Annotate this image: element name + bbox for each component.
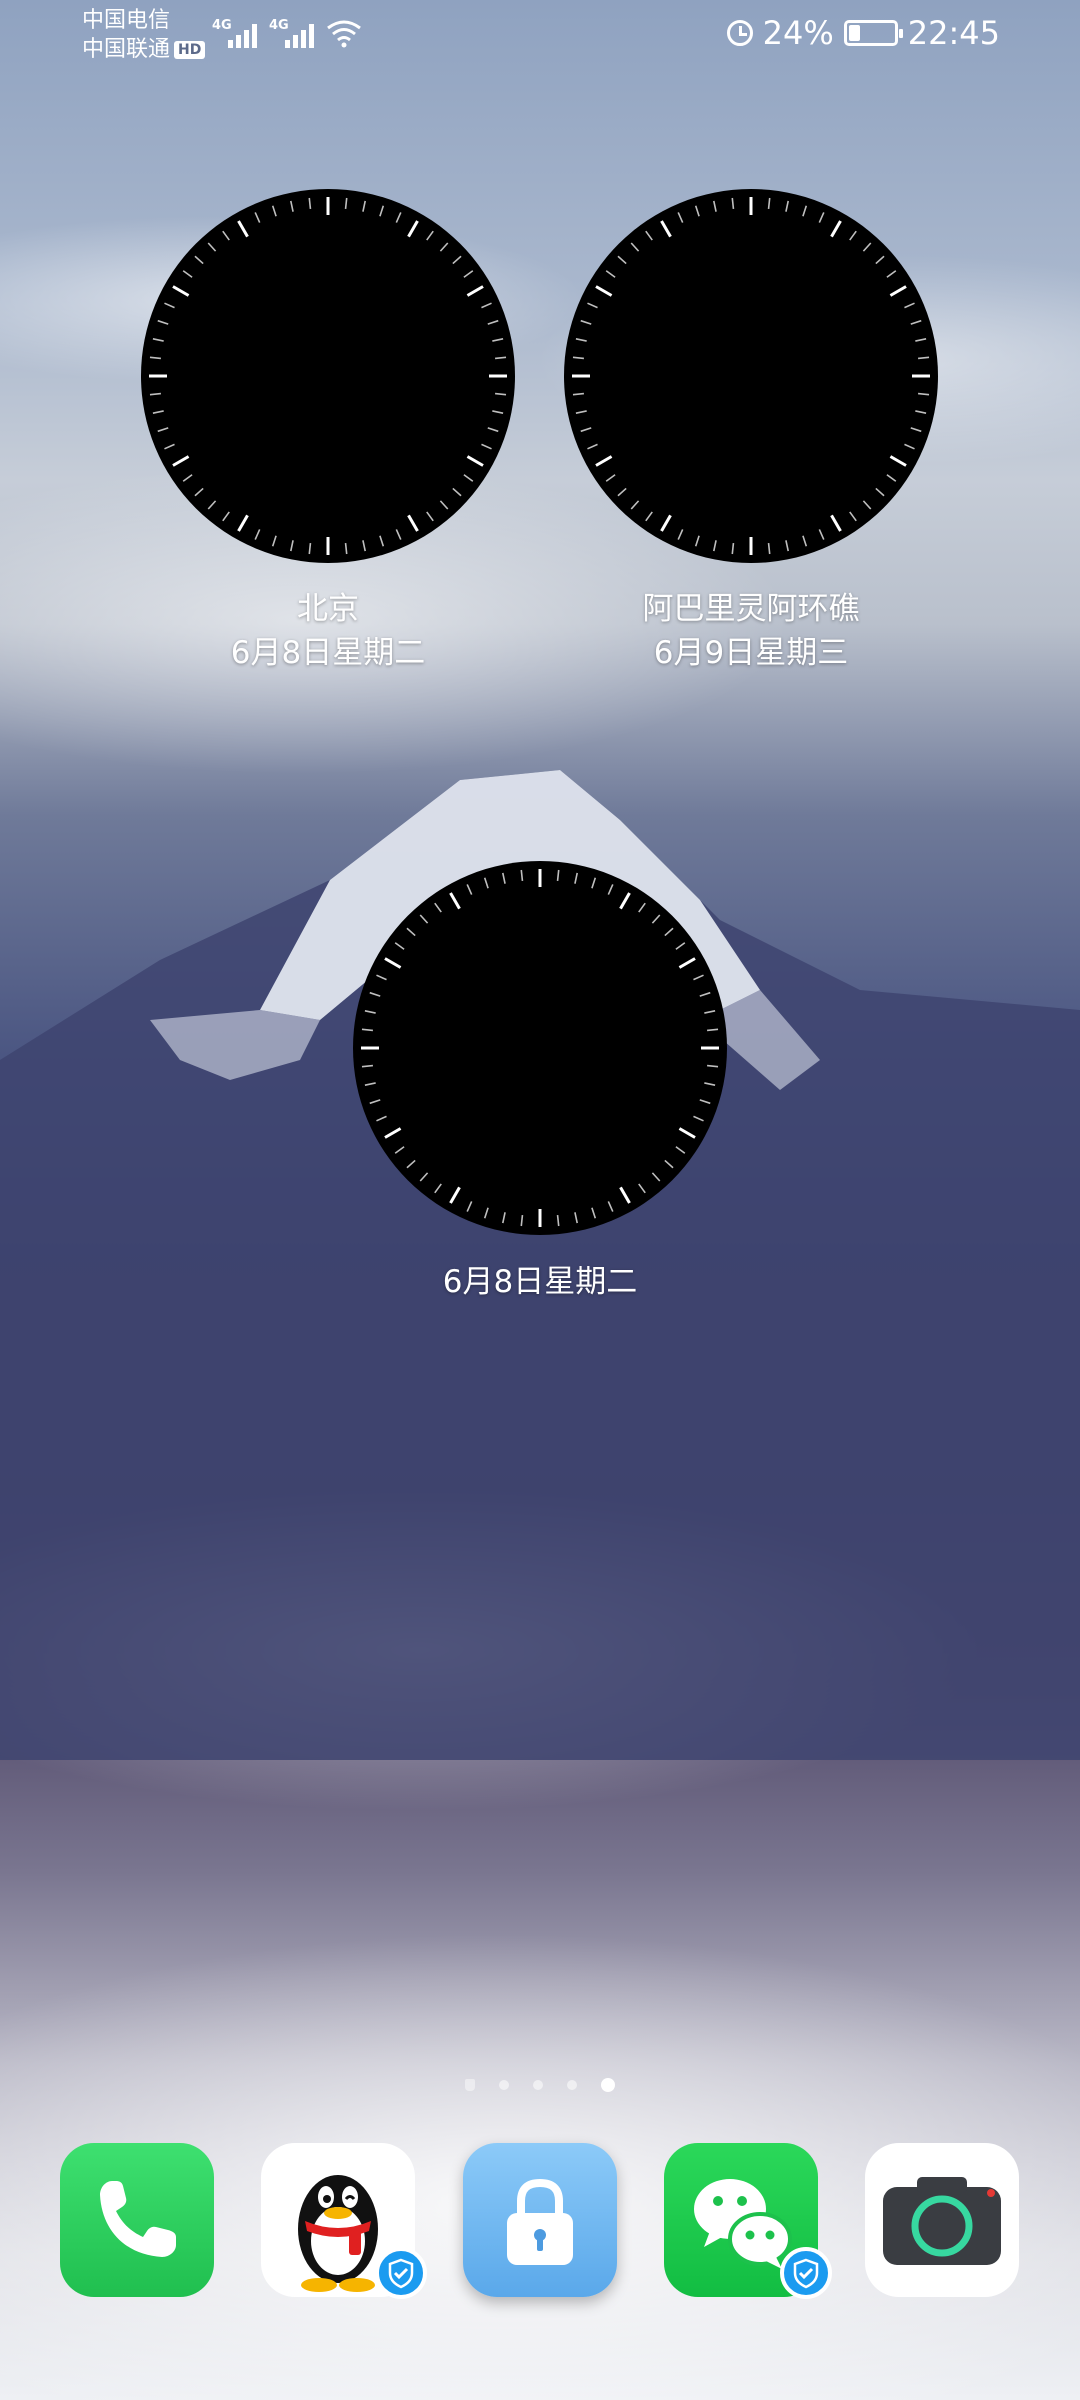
- shield-check-icon: [793, 2258, 819, 2289]
- world-clock-widget-2[interactable]: [564, 189, 938, 563]
- local-clock-widget[interactable]: [353, 861, 727, 1235]
- clock-date: 6月8日星期二: [442, 1264, 638, 1300]
- page-dot[interactable]: [567, 2080, 577, 2090]
- clock-city: 阿巴里灵阿环礁: [642, 591, 860, 627]
- clock-time: 22:45: [907, 14, 1000, 52]
- clock-city: 北京: [297, 591, 359, 627]
- clock-date: 6月8日星期二: [230, 635, 426, 671]
- signal-strength-icon: 4G: [212, 18, 257, 48]
- page-indicator[interactable]: [0, 2078, 1080, 2092]
- camera-app[interactable]: [865, 2143, 1019, 2297]
- carrier-1: 中国电信: [82, 8, 171, 33]
- lock-screen-app[interactable]: [463, 2143, 617, 2297]
- clock-label-1: 北京 6月8日星期二: [157, 587, 499, 675]
- clock-face: [353, 861, 727, 1235]
- phone-app[interactable]: [60, 2143, 214, 2297]
- battery-icon: [843, 20, 903, 46]
- carrier-2: 中国联通: [82, 37, 171, 62]
- camera-icon: [883, 2177, 1001, 2265]
- signal-strength-icon: 4G: [269, 18, 314, 48]
- phone-icon: [100, 2181, 176, 2257]
- alarm-icon: [726, 20, 753, 46]
- verified-badge: [375, 2247, 427, 2299]
- shield-check-icon: [388, 2258, 414, 2289]
- page-dot-active[interactable]: [601, 2078, 615, 2092]
- clock-label-3: 6月8日星期二: [369, 1260, 711, 1304]
- clock-date: 6月9日星期三: [653, 635, 849, 671]
- clock-face: [564, 189, 938, 563]
- verified-badge: [780, 2247, 832, 2299]
- hd-badge: HD: [174, 40, 206, 59]
- clock-label-2: 阿巴里灵阿环礁 6月9日星期三: [580, 587, 922, 675]
- battery-percent: 24%: [762, 14, 834, 52]
- status-right: 24% 22:45: [726, 14, 1000, 52]
- page-dot[interactable]: [499, 2080, 509, 2090]
- page-dot[interactable]: [533, 2080, 543, 2090]
- status-bar: 中国电信 中国联通 HD 4G 4G 24% 22:45: [0, 0, 1080, 72]
- world-clock-widget-1[interactable]: [141, 189, 515, 563]
- carrier-info: 中国电信 中国联通 HD: [82, 6, 206, 64]
- lock-icon: [507, 2178, 573, 2265]
- wifi-icon: [327, 20, 361, 48]
- app-dock: [0, 2143, 1080, 2299]
- page-dot-home[interactable]: [465, 2079, 475, 2091]
- clock-face: [141, 189, 515, 563]
- network-type-1: 4G: [212, 18, 232, 33]
- signal-indicators: 4G 4G: [212, 18, 362, 48]
- network-type-2: 4G: [269, 18, 289, 33]
